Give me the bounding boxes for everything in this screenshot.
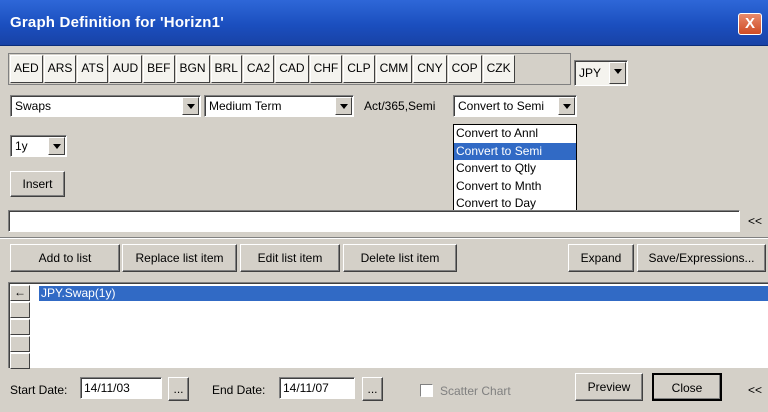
term-select-value: Medium Term (209, 99, 282, 113)
replace-list-item-button[interactable]: Replace list item (122, 244, 237, 272)
close-label: Close (671, 381, 703, 395)
currency-button-aud[interactable]: AUD (108, 55, 143, 83)
currency-button-cmm[interactable]: CMM (375, 55, 413, 83)
currency-button-czk[interactable]: CZK (482, 55, 515, 83)
instrument-select-value: Swaps (15, 99, 52, 113)
currency-button-cny[interactable]: CNY (413, 55, 447, 83)
chevron-down-icon[interactable] (558, 97, 575, 115)
currency-button-brl[interactable]: BRL (210, 55, 242, 83)
convert-dropdown-list: Convert to Annl Convert to Semi Convert … (453, 124, 577, 221)
term-select[interactable]: Medium Term (204, 95, 354, 117)
convert-option-mnth[interactable]: Convert to Mnth (454, 178, 576, 196)
currency-button-cad[interactable]: CAD (275, 55, 309, 83)
currency-button-bef[interactable]: BEF (143, 55, 175, 83)
tenor-select[interactable]: 1y (10, 135, 67, 157)
graph-definition-window: Graph Definition for 'Horizn1' X AED ARS… (0, 0, 768, 412)
start-date-field[interactable]: 14/11/03 (80, 377, 162, 399)
close-button[interactable]: Close (652, 373, 722, 401)
start-date-label: Start Date: (10, 383, 68, 397)
scatter-chart-checkbox[interactable] (420, 384, 433, 397)
tenor-select-value: 1y (15, 139, 28, 153)
currency-select[interactable]: JPY (574, 60, 628, 86)
convert-option-qtly[interactable]: Convert to Qtly (454, 160, 576, 178)
replace-list-item-label: Replace list item (135, 251, 224, 265)
row-handle-current[interactable]: ← (10, 285, 30, 301)
row-handle[interactable] (10, 353, 30, 369)
currency-button-ars[interactable]: ARS (43, 55, 77, 83)
chevron-down-icon[interactable] (335, 97, 352, 115)
end-date-field[interactable]: 14/11/07 (279, 377, 355, 399)
expand-button[interactable]: Expand (568, 244, 634, 272)
convert-select[interactable]: Convert to Semi (453, 95, 577, 117)
add-to-list-label: Add to list (38, 251, 92, 265)
convert-option-semi[interactable]: Convert to Semi (454, 142, 576, 160)
convert-select-value: Convert to Semi (458, 99, 545, 113)
expand-label: Expand (580, 251, 622, 265)
collapse-arrows-bottom[interactable]: << (748, 383, 762, 397)
window-close-button[interactable]: X (738, 13, 762, 35)
chevron-down-icon[interactable] (609, 62, 626, 84)
instrument-select[interactable]: Swaps (10, 95, 201, 117)
row-handle[interactable] (10, 336, 30, 352)
currency-button-aed[interactable]: AED (10, 55, 43, 83)
currency-button-ats[interactable]: ATS (77, 55, 108, 83)
end-date-picker-button[interactable]: ... (362, 377, 383, 401)
currency-button-row: AED ARS ATS AUD BEF BGN BRL CA2 CAD CHF … (10, 55, 515, 83)
row-handle[interactable] (10, 302, 30, 318)
chevron-down-icon[interactable] (182, 97, 199, 115)
end-date-label: End Date: (212, 383, 266, 397)
currency-button-chf[interactable]: CHF (309, 55, 343, 83)
list-item[interactable]: JPY.Swap(1y) (39, 286, 768, 301)
delete-list-item-label: Delete list item (360, 251, 440, 265)
currency-button-clp[interactable]: CLP (343, 55, 375, 83)
divider-highlight (0, 238, 768, 239)
window-title: Graph Definition for 'Horizn1' (10, 14, 224, 31)
save-expressions-button[interactable]: Save/Expressions... (637, 244, 766, 272)
edit-list-item-label: Edit list item (257, 251, 323, 265)
start-date-picker-button[interactable]: ... (168, 377, 189, 401)
collapse-arrows-top[interactable]: << (748, 214, 762, 228)
preview-button[interactable]: Preview (575, 373, 643, 401)
insert-button[interactable]: Insert (10, 171, 65, 197)
expression-list[interactable]: ← JPY.Swap(1y) (8, 282, 768, 369)
currency-button-ca2[interactable]: CA2 (242, 55, 275, 83)
preview-label: Preview (587, 380, 631, 394)
currency-button-cop[interactable]: COP (447, 55, 482, 83)
currency-select-value: JPY (579, 66, 602, 80)
title-bar[interactable]: Graph Definition for 'Horizn1' X (0, 0, 768, 46)
expression-input[interactable] (8, 210, 740, 232)
chevron-down-icon[interactable] (48, 137, 65, 155)
row-handle[interactable] (10, 319, 30, 335)
scatter-chart-label: Scatter Chart (440, 384, 511, 398)
insert-button-label: Insert (22, 177, 53, 191)
currency-button-bgn[interactable]: BGN (175, 55, 210, 83)
daycount-label: Act/365,Semi (364, 99, 436, 113)
edit-list-item-button[interactable]: Edit list item (240, 244, 340, 272)
delete-list-item-button[interactable]: Delete list item (343, 244, 457, 272)
convert-option-annl[interactable]: Convert to Annl (454, 125, 576, 143)
add-to-list-button[interactable]: Add to list (10, 244, 120, 272)
save-expressions-label: Save/Expressions... (648, 251, 755, 265)
